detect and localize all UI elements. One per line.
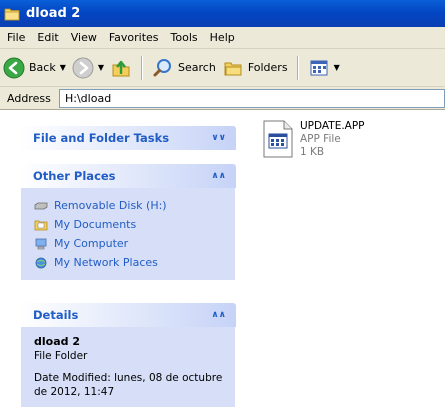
menu-help[interactable]: Help [204,31,241,44]
panel-title: File and Folder Tasks [33,131,170,145]
chevron-up-icon[interactable]: ∧∧ [211,310,226,320]
details-panel: Details ∧∧ dload 2 File Folder Date Modi… [20,303,236,408]
file-type: APP File [300,133,341,145]
menu-bar: File Edit View Favorites Tools Help [0,27,445,49]
file-size: 1 KB [300,146,325,158]
network-icon [35,257,47,268]
other-places-body: Removable Disk (H:) My Documents My Comp… [20,188,236,281]
details-header[interactable]: Details ∧∧ [20,303,236,327]
place-removable-disk[interactable]: Removable Disk (H:) [34,196,223,215]
back-button[interactable]: Back ▼ [0,54,69,82]
other-places-panel: Other Places ∧∧ Removable Disk (H:) My D… [20,164,236,281]
back-arrow-icon [3,57,25,78]
details-body: dload 2 File Folder Date Modified: lunes… [20,327,236,408]
title-bar[interactable]: dload 2 [0,0,445,27]
task-pane: File and Folder Tasks ∨∨ Other Places ∧∧… [0,110,252,412]
back-dropdown-icon[interactable]: ▼ [60,63,66,72]
place-my-network[interactable]: My Network Places [34,253,223,272]
my-computer-icon [35,238,47,249]
address-bar: Address H:\dload [0,87,445,110]
panel-title: Details [33,308,79,322]
up-folder-icon [112,60,130,76]
menu-file[interactable]: File [0,31,31,44]
place-label: My Documents [54,218,137,231]
place-label: My Computer [54,237,129,250]
detail-name: dload 2 [34,335,80,348]
file-folder-tasks-panel: File and Folder Tasks ∨∨ [20,126,236,150]
drive-icon [34,202,48,209]
menu-view[interactable]: View [65,31,103,44]
file-info: UPDATE.APP APP File 1 KB [300,120,365,159]
detail-type: File Folder [34,350,88,362]
other-places-header[interactable]: Other Places ∧∧ [20,164,236,188]
app-file-icon [263,120,293,158]
address-label: Address [7,91,51,105]
chevron-up-icon[interactable]: ∧∧ [211,171,226,181]
menu-favorites[interactable]: Favorites [103,31,165,44]
search-icon [153,58,172,76]
menu-tools[interactable]: Tools [165,31,204,44]
window-title: dload 2 [26,6,81,21]
views-icon [310,60,328,75]
file-item[interactable]: UPDATE.APP APP File 1 KB [262,120,442,168]
toolbar: Back ▼ ▼ Search Folders ▼ [0,49,445,87]
forward-button[interactable]: ▼ [69,54,107,82]
forward-arrow-icon [72,57,94,78]
file-name: UPDATE.APP [300,120,365,132]
folders-label: Folders [247,61,288,74]
up-button[interactable] [107,54,135,82]
place-my-computer[interactable]: My Computer [34,234,223,253]
search-label: Search [178,61,216,74]
file-folder-tasks-header[interactable]: File and Folder Tasks ∨∨ [20,126,236,150]
panel-title: Other Places [33,169,116,183]
place-label: Removable Disk (H:) [54,199,167,212]
detail-modified: Date Modified: lunes, 08 de octubre de 2… [34,372,223,398]
search-button[interactable]: Search [149,54,219,82]
folders-icon [224,62,242,75]
place-my-documents[interactable]: My Documents [34,215,223,234]
chevron-down-icon[interactable]: ∨∨ [211,133,226,143]
folder-icon [4,8,20,20]
toolbar-separator [296,55,299,80]
menu-edit[interactable]: Edit [31,31,64,44]
folders-button[interactable]: Folders [219,54,291,82]
toolbar-separator [141,55,144,80]
address-input[interactable]: H:\dload [59,88,445,108]
forward-dropdown-icon[interactable]: ▼ [98,63,104,72]
my-documents-icon [34,220,48,230]
views-button[interactable]: ▼ [305,54,343,82]
back-label: Back [29,61,56,74]
views-dropdown-icon[interactable]: ▼ [334,63,340,72]
place-label: My Network Places [54,256,158,269]
